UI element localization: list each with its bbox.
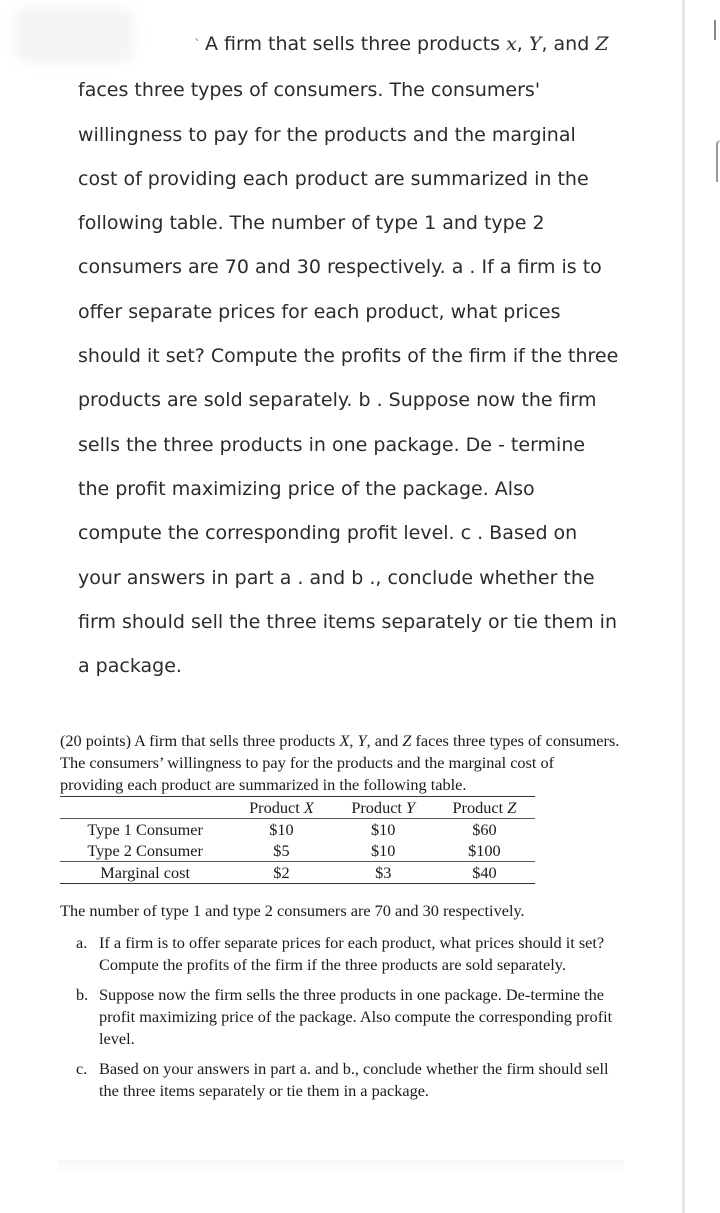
problem-document-image: (20 points) A firm that sells three prod… bbox=[60, 730, 620, 1110]
question-line: firm should sell the three items separat… bbox=[78, 610, 617, 633]
table-row: Type 2 Consumer $5 $10 $100 bbox=[60, 840, 535, 862]
question-line: consumers are 70 and 30 respectively. a … bbox=[78, 256, 602, 279]
table-corner bbox=[60, 796, 231, 819]
table-cell: $60 bbox=[472, 820, 497, 839]
question-line: following table. The number of type 1 an… bbox=[78, 212, 545, 235]
cropped-edge-mark bbox=[716, 140, 720, 182]
consumer-counts: The number of type 1 and type 2 consumer… bbox=[60, 901, 525, 920]
wtp-table: Product X Product Y Product Z Type 1 Con… bbox=[60, 796, 535, 884]
row-label: Marginal cost bbox=[60, 861, 231, 884]
table-header-row: Product X Product Y Product Z bbox=[60, 796, 535, 819]
table-row: Marginal cost $2 $3 $40 bbox=[60, 861, 535, 884]
part-c: c. Based on your answers in part a. and b… bbox=[76, 1059, 609, 1100]
table-cell: $2 bbox=[230, 861, 333, 884]
row-label: Type 1 Consumer bbox=[87, 820, 203, 839]
table-cell: $100 bbox=[468, 841, 501, 860]
column-header: Product Z bbox=[433, 796, 535, 819]
question-line: ` A firm that sells three products x, Y, … bbox=[194, 33, 609, 55]
table-cell: $5 bbox=[273, 841, 290, 860]
page-divider bbox=[682, 0, 685, 1213]
question-line: a package. bbox=[78, 655, 182, 678]
column-header: Product X bbox=[230, 796, 333, 819]
question-line: faces three types of consumers. The cons… bbox=[78, 79, 541, 102]
question-line: your answers in part a . and b ., conclu… bbox=[78, 566, 595, 589]
question-line: products are sold separately. b . Suppos… bbox=[78, 389, 597, 412]
table-cell: $40 bbox=[433, 861, 535, 884]
column-header: Product Y bbox=[332, 796, 434, 819]
question-line: willingness to pay for the products and … bbox=[78, 123, 576, 146]
image-bottom-shadow bbox=[58, 1160, 624, 1174]
question-line: should it set? Compute the profits of th… bbox=[78, 345, 619, 368]
table-row: Type 1 Consumer $10 $10 $60 bbox=[60, 819, 535, 841]
question-line: offer separate prices for each product, … bbox=[78, 300, 561, 323]
problem-intro: (20 points) A firm that sells three prod… bbox=[60, 731, 620, 794]
table-cell: $10 bbox=[269, 820, 294, 839]
part-marker: a. bbox=[76, 933, 88, 952]
part-a: a. If a firm is to offer separate prices … bbox=[76, 933, 605, 974]
table-cell: $3 bbox=[332, 861, 434, 884]
part-marker: c. bbox=[76, 1059, 88, 1078]
table-cell: $10 bbox=[371, 841, 396, 860]
question-line: compute the corresponding profit level. … bbox=[78, 522, 578, 545]
row-label: Type 2 Consumer bbox=[87, 841, 203, 860]
tick-mark: ` bbox=[194, 38, 201, 54]
question-text: ` A firm that sells three products x, Y, … bbox=[78, 22, 658, 688]
part-marker: b. bbox=[76, 985, 89, 1004]
question-line: cost of providing each product are summa… bbox=[78, 167, 589, 190]
question-parts: a. If a firm is to offer separate prices … bbox=[60, 932, 620, 1102]
question-line: sells the three products in one package.… bbox=[78, 433, 586, 456]
cropped-edge-mark bbox=[714, 20, 720, 40]
part-b: b. Suppose now the firm sells the three p… bbox=[76, 985, 613, 1048]
question-line: the profit maximizing price of the packa… bbox=[78, 477, 535, 500]
table-cell: $10 bbox=[371, 820, 396, 839]
